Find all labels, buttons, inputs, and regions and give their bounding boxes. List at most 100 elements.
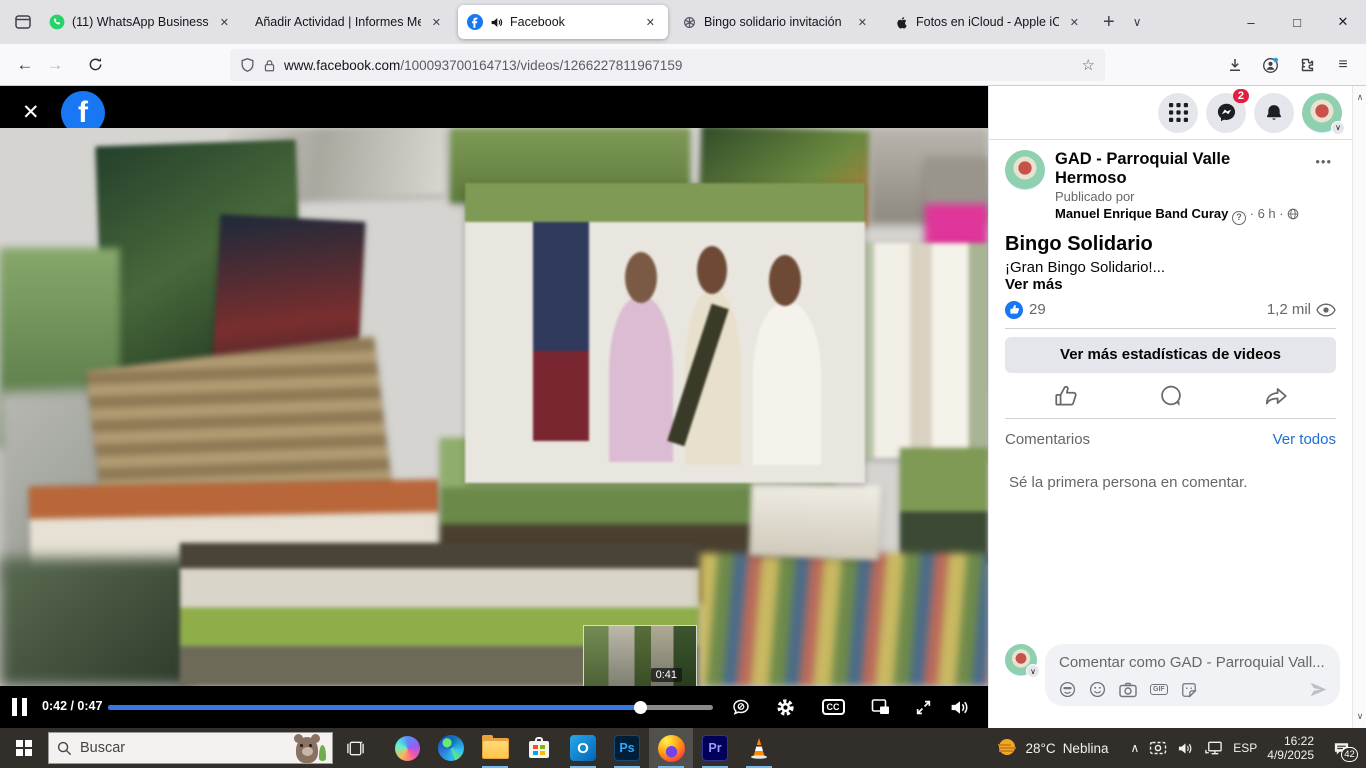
- start-button[interactable]: [0, 728, 48, 768]
- video-frame[interactable]: [0, 128, 988, 686]
- network-icon[interactable]: [1204, 740, 1223, 756]
- composer-avatar[interactable]: ∨: [1005, 644, 1037, 676]
- window-close-button[interactable]: ✕: [1320, 0, 1366, 44]
- pause-button[interactable]: [12, 698, 30, 716]
- tab-list-dropdown[interactable]: ∨: [1124, 15, 1151, 29]
- taskbar-firefox[interactable]: [649, 728, 693, 768]
- tab-facebook-active[interactable]: Facebook ✕: [458, 5, 668, 39]
- tab-bingo[interactable]: Bingo solidario invitación ✕: [672, 5, 880, 39]
- tab-audio-icon[interactable]: [490, 16, 503, 29]
- comment-button[interactable]: [1158, 383, 1184, 409]
- collage-figure: [625, 252, 657, 303]
- page-name[interactable]: GAD - Parroquial Valle Hermoso: [1055, 150, 1301, 188]
- like-button[interactable]: [1053, 383, 1079, 409]
- keyboard-language[interactable]: ESP: [1233, 741, 1257, 755]
- tab-informes[interactable]: Añadir Actividad | Informes Mens ✕: [246, 5, 454, 39]
- new-tab-button[interactable]: +: [1094, 11, 1124, 34]
- page-scrollbar[interactable]: ∧ ∨: [1352, 86, 1366, 728]
- taskbar-file-explorer[interactable]: [473, 728, 517, 768]
- camera-icon[interactable]: [1119, 682, 1137, 698]
- tab-close-icon[interactable]: ✕: [854, 14, 871, 31]
- picture-in-picture-icon[interactable]: [867, 694, 895, 720]
- see-more-link[interactable]: Ver más: [1005, 276, 1336, 293]
- post-options-icon[interactable]: •••: [1311, 150, 1336, 225]
- seek-preview-thumbnail: 0:41: [583, 625, 697, 687]
- window-maximize-button[interactable]: □: [1274, 0, 1320, 44]
- notifications-button[interactable]: [1254, 93, 1294, 133]
- lock-icon[interactable]: [263, 58, 276, 73]
- hide-comments-icon[interactable]: [727, 694, 755, 720]
- settings-gear-icon[interactable]: [771, 694, 799, 720]
- gif-icon[interactable]: GIF: [1150, 684, 1168, 695]
- like-count[interactable]: 29: [1029, 301, 1046, 318]
- url-bar[interactable]: www.facebook.com/100093700164713/videos/…: [230, 49, 1105, 81]
- volume-icon[interactable]: [945, 694, 973, 720]
- taskbar-weather[interactable]: 28°C Neblina: [995, 736, 1109, 760]
- firefox-view-button[interactable]: [8, 7, 38, 37]
- account-button[interactable]: [1254, 49, 1286, 81]
- send-comment-icon[interactable]: [1309, 681, 1328, 698]
- seek-bar[interactable]: [108, 705, 713, 710]
- captions-icon[interactable]: CC: [819, 694, 847, 720]
- url-text[interactable]: www.facebook.com/100093700164713/videos/…: [284, 58, 1074, 73]
- fullscreen-icon[interactable]: [909, 694, 937, 720]
- menu-button[interactable]: ≡: [1327, 49, 1359, 81]
- video-stats-button[interactable]: Ver más estadísticas de videos: [1005, 337, 1336, 373]
- task-view-button[interactable]: [333, 728, 377, 768]
- search-highlight-bear-image[interactable]: [292, 733, 326, 763]
- action-center-button[interactable]: 42: [1324, 728, 1358, 768]
- post-age[interactable]: 6 h: [1258, 206, 1276, 221]
- system-tray: 28°C Neblina ∧ ESP 16:22 4/9/2025 42: [995, 728, 1366, 768]
- downloads-button[interactable]: [1219, 49, 1251, 81]
- taskbar-premiere[interactable]: Pr: [693, 728, 737, 768]
- sticker-icon[interactable]: [1181, 682, 1197, 698]
- tray-volume-icon[interactable]: [1177, 741, 1194, 756]
- scroll-down-icon[interactable]: ∨: [1353, 711, 1366, 722]
- taskbar-outlook[interactable]: O: [561, 728, 605, 768]
- avatar-sticker-icon[interactable]: [1059, 681, 1076, 698]
- taskbar-edge[interactable]: [429, 728, 473, 768]
- page-avatar[interactable]: [1005, 150, 1045, 190]
- account-avatar[interactable]: ∨: [1302, 93, 1342, 133]
- tray-expand-icon[interactable]: ∧: [1130, 741, 1139, 755]
- taskbar-clock[interactable]: 16:22 4/9/2025: [1267, 734, 1314, 762]
- taskbar-vlc[interactable]: [737, 728, 781, 768]
- emoji-icon[interactable]: [1089, 681, 1106, 698]
- screen-record-icon[interactable]: [1149, 740, 1167, 756]
- help-icon: ?: [1232, 211, 1246, 225]
- taskbar-search-input[interactable]: Buscar: [48, 732, 333, 764]
- collage-figure: [769, 255, 801, 306]
- forward-button[interactable]: →: [40, 50, 70, 80]
- share-button[interactable]: [1263, 383, 1289, 409]
- theater-close-icon[interactable]: ✕: [22, 100, 40, 125]
- tab-close-icon[interactable]: ✕: [216, 14, 233, 31]
- extensions-icon[interactable]: [1291, 49, 1323, 81]
- comments-label: Comentarios: [1005, 431, 1090, 448]
- author-name[interactable]: Manuel Enrique Band Curay: [1055, 206, 1228, 221]
- reload-button[interactable]: [80, 50, 110, 80]
- scroll-up-icon[interactable]: ∧: [1353, 92, 1366, 103]
- bookmark-star-icon[interactable]: ☆: [1082, 56, 1095, 74]
- seek-handle[interactable]: [634, 701, 647, 714]
- taskbar-store[interactable]: [517, 728, 561, 768]
- comment-input[interactable]: Comentar como GAD - Parroquial Vall... G…: [1045, 644, 1340, 706]
- apple-icon: [893, 14, 909, 30]
- tab-icloud[interactable]: Fotos en iCloud - Apple iClou ✕: [884, 5, 1092, 39]
- taskbar-copilot[interactable]: [385, 728, 429, 768]
- shield-icon[interactable]: [240, 57, 255, 73]
- tab-close-icon[interactable]: ✕: [428, 14, 445, 31]
- tab-close-icon[interactable]: ✕: [1066, 14, 1083, 31]
- messenger-button[interactable]: 2: [1206, 93, 1246, 133]
- chatgpt-icon: [681, 14, 697, 30]
- weather-fog-icon: [995, 736, 1019, 760]
- taskbar-photoshop[interactable]: Ps: [605, 728, 649, 768]
- tab-close-icon[interactable]: ✕: [642, 14, 659, 31]
- like-reaction-icon[interactable]: [1005, 301, 1023, 319]
- apps-menu-button[interactable]: [1158, 93, 1198, 133]
- back-button[interactable]: ←: [10, 50, 40, 80]
- see-all-comments-link[interactable]: Ver todos: [1273, 431, 1336, 448]
- comments-header: Comentarios Ver todos: [989, 419, 1352, 448]
- window-minimize-button[interactable]: –: [1228, 0, 1274, 44]
- tab-whatsapp[interactable]: (11) WhatsApp Business ✕: [40, 5, 242, 39]
- notification-count-badge: 42: [1341, 747, 1358, 762]
